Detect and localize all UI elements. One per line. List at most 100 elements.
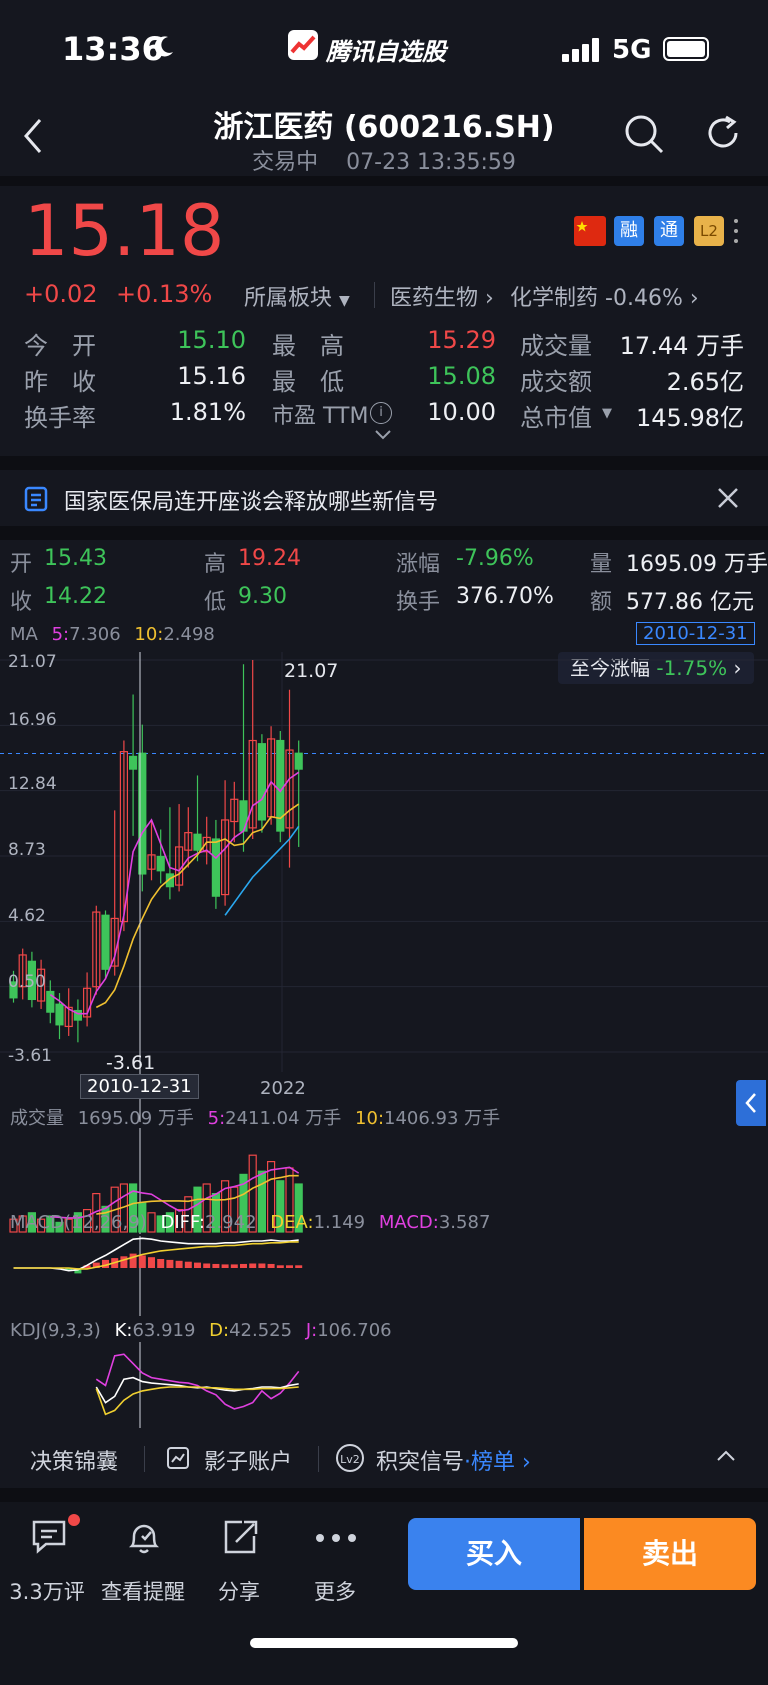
price-change: +0.02 [24,280,98,308]
view-alerts[interactable]: 查看提醒 [98,1576,188,1606]
kl-chg-label: 涨幅 [396,552,441,577]
sector-link-2[interactable]: 化学制药 -0.46% › [510,280,699,312]
divider-vert [144,1446,145,1472]
macd-bar [175,1260,183,1268]
tool-shadow-account[interactable]: 影子账户 [204,1444,292,1476]
kl-high: 19.24 [238,546,301,571]
candle-body [46,990,55,1013]
vol-ma5-label: 5: [207,1108,226,1129]
kl-open: 15.43 [44,546,107,571]
more-icon[interactable] [314,1530,358,1549]
kl-close-label: 收 [10,590,33,615]
comment-icon[interactable] [30,1518,70,1562]
kl-chg: -7.96% [456,546,534,571]
macd-bar [276,1265,284,1268]
caret-down-icon[interactable]: ▼ [602,406,612,421]
tool-signal[interactable]: 积突信号·榜单 › [376,1444,531,1476]
macd-bar [295,1265,303,1268]
kl-amt-label: 额 [590,590,613,615]
sector-link-1[interactable]: 医药生物 › [390,280,494,312]
info-icon[interactable]: i [370,402,392,424]
kdj-label: KDJ(9,3,3) [10,1320,101,1341]
ma5-value: 7.306 [69,624,121,645]
d-value: 42.525 [229,1320,293,1341]
ma10-label: 10: [134,624,164,645]
y-axis-label: 0.50 [8,972,46,992]
cursor-date-label: 2010-12-31 [80,1074,199,1099]
l2-badge[interactable]: L2 [694,216,724,246]
value-open: 15.10 [177,326,246,354]
macd-bar [138,1255,146,1268]
candle-body [101,914,110,970]
margin-badge[interactable]: 融 [614,216,644,246]
current-price: 15.18 [24,190,225,272]
caret-down-icon: ▼ [339,293,350,309]
value-prev-close: 15.16 [177,362,246,390]
share-label[interactable]: 分享 [194,1576,284,1606]
rank-link[interactable]: 榜单 [471,1450,515,1475]
quote-datetime: 07-23 13:35:59 [346,150,516,175]
news-headline: 国家医保局连开座谈会释放哪些新信号 [64,490,439,515]
vol-ma10-label: 10: [355,1108,385,1129]
macd-bar [212,1263,220,1268]
macd-bar [240,1263,247,1268]
value-volume: 17.44 万手 [619,332,744,360]
dea-value: 1.149 [313,1212,366,1233]
connect-badge[interactable]: 通 [654,216,684,246]
volume-value: 1695.09 万手 [77,1108,194,1129]
bell-alert-icon[interactable] [124,1518,164,1562]
min-price-label: -3.61 [106,1052,156,1074]
macd-chart[interactable] [0,1236,768,1316]
trade-status-text: 交易中 [252,150,319,175]
vol-ma10: 1406.93 万手 [384,1108,501,1129]
macd-label: MACD(12,26,9) [10,1212,147,1233]
unread-dot [68,1514,80,1526]
diff-label: DIFF: [160,1212,205,1233]
kdj-d-line [95,1386,299,1416]
expand-chevron-icon[interactable] [374,426,392,445]
macd-bar [258,1263,266,1268]
ma20-line [224,825,300,916]
side-panel-toggle[interactable] [736,1080,766,1126]
cursor-date-badge: 2010-12-31 [636,622,755,645]
macd-bar [249,1263,257,1268]
kdj-chart[interactable] [0,1342,768,1428]
candle-body [257,743,266,821]
candle-body [129,755,138,770]
close-icon[interactable] [716,486,740,514]
label-open: 今 开 [24,332,96,360]
kl-vol-label: 量 [590,552,613,577]
tool-decision[interactable]: 决策锦囊 [30,1444,118,1476]
macd-hist-label: MACD: [378,1212,439,1233]
more-dots-icon[interactable] [732,216,740,246]
sell-button[interactable]: 卖出 [584,1518,756,1590]
kl-amt: 577.86 亿元 [626,590,754,615]
value-market-cap: 145.98亿 [636,404,744,432]
sector-dropdown[interactable]: 所属板块 ▼ [244,280,350,312]
ma-legend: MA 5:7.306 10:2.498 [10,624,215,645]
collapse-icon[interactable] [716,1448,736,1467]
macd-bar [286,1265,293,1268]
share-icon[interactable] [220,1518,260,1562]
moon-icon [150,34,176,64]
value-turnover: 1.81% [169,398,246,426]
k-value: 63.919 [132,1320,196,1341]
macd-bar [166,1259,174,1268]
status-app-name: 腾讯自选股 [326,38,446,66]
more-label[interactable]: 更多 [290,1576,380,1606]
y-axis-label: 12.84 [8,774,57,794]
x-axis-year: 2022 [260,1078,306,1099]
buy-button[interactable]: 买入 [408,1518,580,1590]
comments-count[interactable]: 3.3万评 [2,1576,92,1606]
search-icon[interactable] [622,112,666,160]
app-logo-icon [288,30,318,60]
sector1-label: 医药生物 [390,286,479,311]
chart-box-icon [166,1446,190,1474]
signal-label: 积突信号 [376,1450,465,1475]
vol-ma5: 2411.04 万手 [225,1108,342,1129]
max-price-label: 21.07 [284,660,339,682]
macd-bar [230,1264,238,1268]
document-icon [24,486,48,516]
news-banner[interactable]: 国家医保局连开座谈会释放哪些新信号 [0,470,768,526]
refresh-icon[interactable] [702,112,744,158]
